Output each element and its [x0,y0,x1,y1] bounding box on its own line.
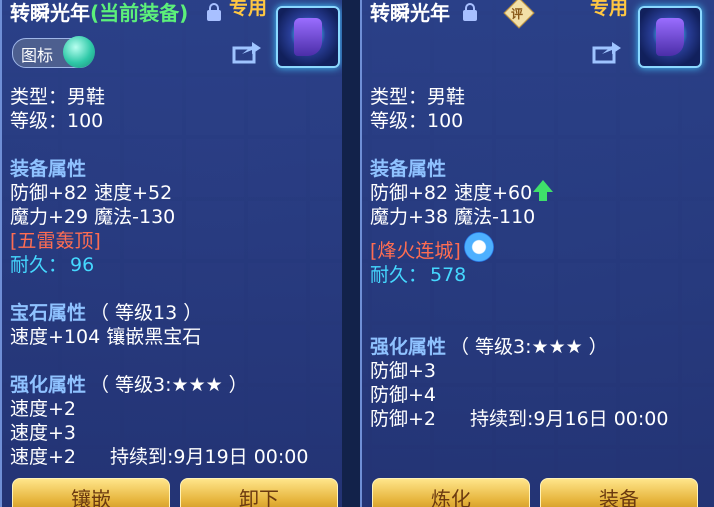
share-icon[interactable] [232,40,262,64]
unequip-button[interactable]: 卸下 [180,478,338,507]
icon-toggle-label: 图标 [21,46,54,65]
equipped-item-tooltip: 转瞬光年 (当前装备) 专用 图标 类型：男鞋 等级：100 装备属性 防御+8… [0,0,346,507]
enhance-expiry: 持续到:9月16日 00:00 [470,408,669,430]
exclusive-tag: 专用 [590,0,629,19]
equip-attr-heading: 装备属性 [10,158,87,180]
equip-attr-line-2: 魔力+38 魔法-110 [370,206,536,228]
enhance-level: （ 等级3:★★★ ） [90,374,248,396]
icon-toggle[interactable]: 图标 [12,36,95,68]
item-type: 类型：男鞋 [10,86,106,108]
gem-attr-heading: 宝石属性 [10,302,87,324]
up-arrow-icon [533,180,553,201]
special-effect: [五雷轰顶] [10,230,101,252]
enhance-attr-heading: 强化属性 [10,374,87,396]
durability-label: 耐久： [10,254,68,276]
enhance-expiry: 持续到:9月19日 00:00 [110,446,309,468]
lock-icon [207,3,221,21]
exclusive-tag: 专用 [229,0,268,19]
enhance-line-1: 防御+3 [370,360,437,382]
enhance-attr-heading: 强化属性 [370,336,447,358]
refresh-icon[interactable] [464,232,494,262]
equip-attr-line-1: 防御+82 速度+52 [10,182,173,204]
lock-icon [463,3,477,21]
gem-attr-line: 速度+104 镶嵌黑宝石 [10,326,202,348]
boots-item-icon [638,6,702,68]
enhance-level: （ 等级3:★★★ ） [450,336,608,358]
inlay-button[interactable]: 镶嵌 [12,478,170,507]
share-icon[interactable] [592,40,622,64]
special-effect: [烽火连城] [370,240,461,262]
gem-level: （ 等级13 ） [90,302,203,324]
item-title: 转瞬光年 [10,1,90,25]
item-level: 等级：100 [370,110,464,132]
item-title: 转瞬光年 [370,1,450,25]
rating-badge-label: 评 [511,7,524,21]
compare-item-tooltip: 转瞬光年 评 专用 类型：男鞋 等级：100 装备属性 防御+82 速度+60 … [360,0,714,507]
equip-button[interactable]: 装备 [540,478,698,507]
equip-attr-heading: 装备属性 [370,158,447,180]
enhance-line-1: 速度+2 [10,398,77,420]
toggle-knob [63,36,95,68]
item-type: 类型：男鞋 [370,86,466,108]
current-equip-tag: (当前装备) [90,1,189,25]
equip-attr-line-2: 魔力+29 魔法-130 [10,206,176,228]
item-level: 等级：100 [10,110,104,132]
refine-button[interactable]: 炼化 [372,478,530,507]
enhance-line-3: 防御+2 [370,408,437,430]
boots-item-icon [276,6,340,68]
enhance-line-3: 速度+2 [10,446,77,468]
durability-value: 96 [70,254,95,276]
enhance-line-2: 速度+3 [10,422,77,444]
enhance-line-2: 防御+4 [370,384,437,406]
durability-label: 耐久： [370,264,428,286]
durability-value: 578 [430,264,467,286]
equip-attr-line-1: 防御+82 速度+60 [370,182,533,204]
panel-divider [342,0,360,507]
